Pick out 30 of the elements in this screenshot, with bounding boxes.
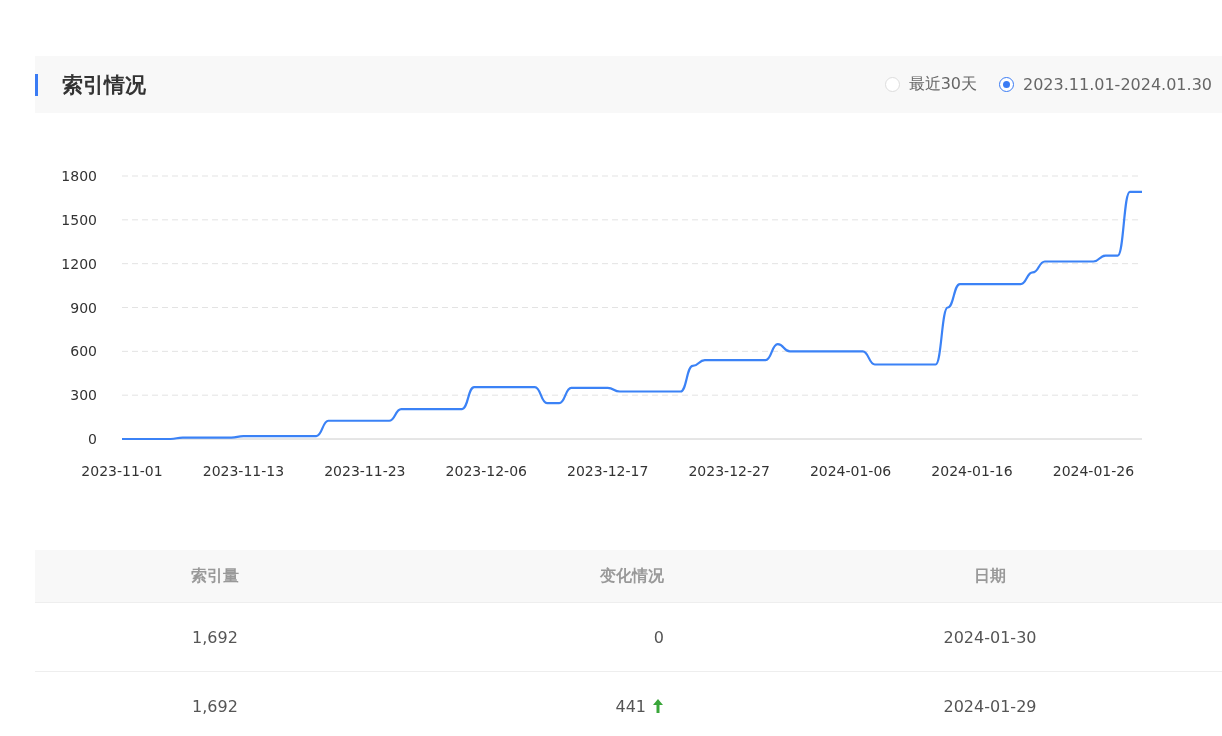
- y-axis-label: 600: [70, 343, 97, 360]
- radio-button[interactable]: [999, 77, 1014, 92]
- column-header: 变化情况: [600, 565, 664, 587]
- accent-bar: [35, 73, 38, 96]
- y-axis-label: 900: [70, 299, 97, 316]
- column-header: 索引量: [191, 565, 239, 587]
- index-count: 1,692: [192, 627, 238, 647]
- change-value: 441: [615, 696, 646, 716]
- date-value: 2024-01-30: [943, 627, 1037, 647]
- index-count: 1,692: [192, 696, 238, 716]
- radio-label[interactable]: 2023.11.01-2024.01.30: [1023, 75, 1212, 94]
- x-axis-label: 2023-11-13: [202, 463, 285, 479]
- x-axis-label: 2023-11-23: [324, 463, 406, 479]
- x-axis-label: 2023-11-01: [81, 463, 163, 479]
- column-header: 日期: [974, 565, 1006, 587]
- section-title: 索引情况: [62, 71, 146, 99]
- y-axis-label: 300: [70, 387, 97, 404]
- x-axis-label: 2024-01-26: [1052, 463, 1135, 479]
- change-value: 0: [653, 627, 664, 647]
- y-axis-label: 0: [88, 431, 97, 447]
- radio-label[interactable]: 最近30天: [908, 74, 977, 95]
- y-axis-label: 1800: [61, 168, 97, 184]
- y-axis-label: 1500: [61, 211, 97, 228]
- date-value: 2024-01-29: [943, 696, 1037, 716]
- x-axis-label: 2023-12-27: [688, 463, 770, 479]
- x-axis-label: 2023-12-06: [445, 463, 527, 479]
- x-axis-label: 2024-01-06: [809, 463, 892, 479]
- x-axis-label: 2024-01-16: [931, 463, 1013, 479]
- x-axis-label: 2023-12-17: [567, 463, 649, 479]
- y-axis-label: 1200: [61, 255, 97, 272]
